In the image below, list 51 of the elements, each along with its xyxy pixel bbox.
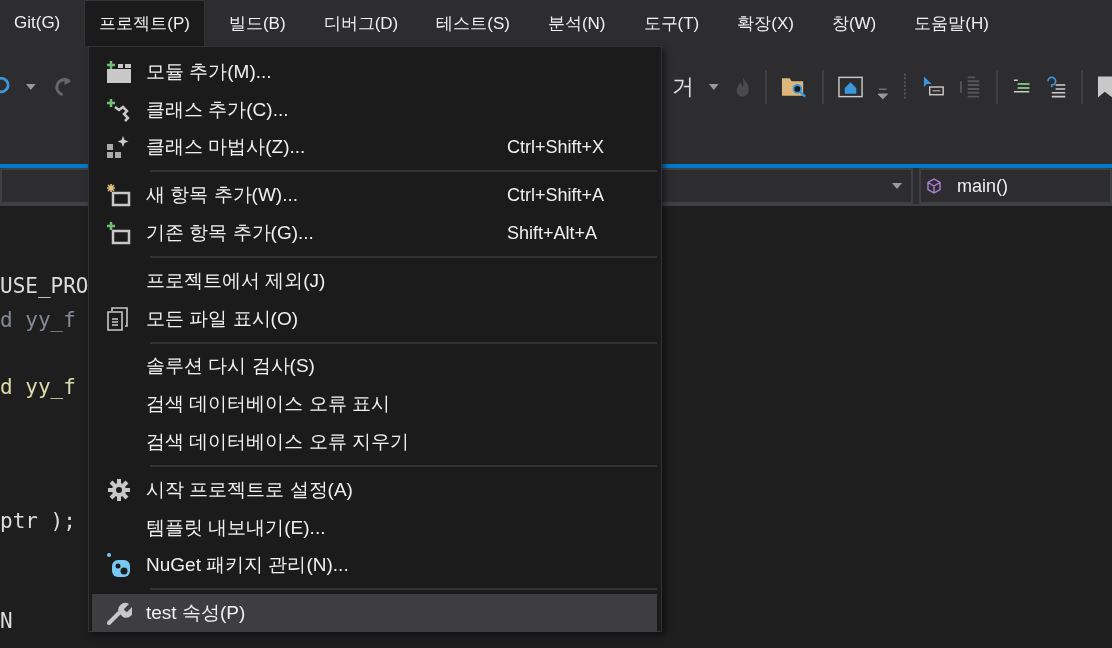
code-line: USE_PRO	[0, 274, 89, 298]
gripper-icon[interactable]	[902, 72, 909, 102]
menu-item[interactable]: 새 항목 추가(W)... Ctrl+Shift+A	[92, 176, 657, 215]
menu-bar-item[interactable]: 분석(N)	[533, 0, 620, 46]
menu-bar-item[interactable]: 도구(T)	[629, 0, 714, 46]
menu-bar-item[interactable]: Git(G)	[0, 0, 75, 46]
gear-icon	[107, 477, 131, 502]
menu-bar-item[interactable]: 창(W)	[817, 0, 891, 46]
menu-bar-item[interactable]: 디버그(D)	[309, 0, 413, 46]
menu-item[interactable]: 기존 항목 추가(G)... Shift+Alt+A	[92, 214, 657, 252]
menu-item[interactable]: 검색 데이터베이스 오류 지우기	[92, 423, 657, 461]
wrench-icon	[106, 600, 132, 627]
shortcut-text: Shift+Alt+A	[507, 222, 599, 244]
menu-item[interactable]: 클래스 마법사(Z)... Ctrl+Shift+X	[92, 128, 657, 167]
add-class-icon	[106, 97, 132, 122]
code-line: ptr );	[0, 508, 76, 533]
folder-search-icon[interactable]	[780, 76, 808, 98]
new-item-icon	[106, 183, 132, 208]
code-line: d yy_f	[0, 374, 76, 399]
menu-item[interactable]: 시작 프로젝트로 설정(A)	[92, 470, 657, 509]
menu-item[interactable]: 템플릿 내보내기(E)...	[92, 508, 657, 547]
undo-lines-icon[interactable]	[1045, 76, 1067, 98]
caret-icon	[891, 182, 903, 190]
menu-item[interactable]: test 속성(P)	[92, 594, 657, 633]
menu-item[interactable]: 모듈 추가(M)...	[92, 53, 657, 91]
shortcut-text: Ctrl+Shift+X	[507, 137, 606, 158]
member-dropdown[interactable]: main()	[919, 168, 1112, 204]
menu-item[interactable]: 모든 파일 표시(O)	[92, 299, 657, 338]
nuget-icon	[106, 552, 132, 579]
home-window-icon[interactable]	[837, 76, 863, 98]
menu-bar-item[interactable]: 빌드(B)	[214, 0, 300, 46]
menu-item[interactable]: 프로젝트에서 제외(J)	[92, 262, 657, 300]
menu-bar-item[interactable]: 프로젝트(P)	[84, 0, 205, 46]
caret-icon[interactable]	[876, 88, 889, 100]
caret-icon[interactable]	[25, 83, 37, 91]
cube-icon	[925, 177, 943, 195]
module-icon	[106, 59, 132, 84]
bookmark-icon[interactable]	[1096, 75, 1112, 99]
menu-item[interactable]: 클래스 추가(C)...	[92, 90, 657, 129]
toolbar-label[interactable]: 거	[672, 72, 695, 102]
shortcut-text: Ctrl+Shift+A	[507, 184, 606, 206]
code-line: N	[0, 609, 13, 633]
existing-item-icon	[106, 221, 132, 246]
menu-bar-item[interactable]: 확장(X)	[723, 0, 808, 46]
menu-item[interactable]: NuGet 패키지 관리(N)...	[92, 546, 657, 585]
menu-item[interactable]: 솔루션 다시 검사(S)	[92, 347, 657, 386]
code-line: d yy_f	[0, 307, 76, 332]
caret-icon[interactable]	[708, 83, 720, 91]
menu-bar-item[interactable]: 테스트(S)	[422, 0, 524, 46]
menu-bar-item[interactable]: 도움말(H)	[900, 0, 1003, 46]
menu-item[interactable]: 검색 데이터베이스 오류 표시	[92, 385, 657, 424]
